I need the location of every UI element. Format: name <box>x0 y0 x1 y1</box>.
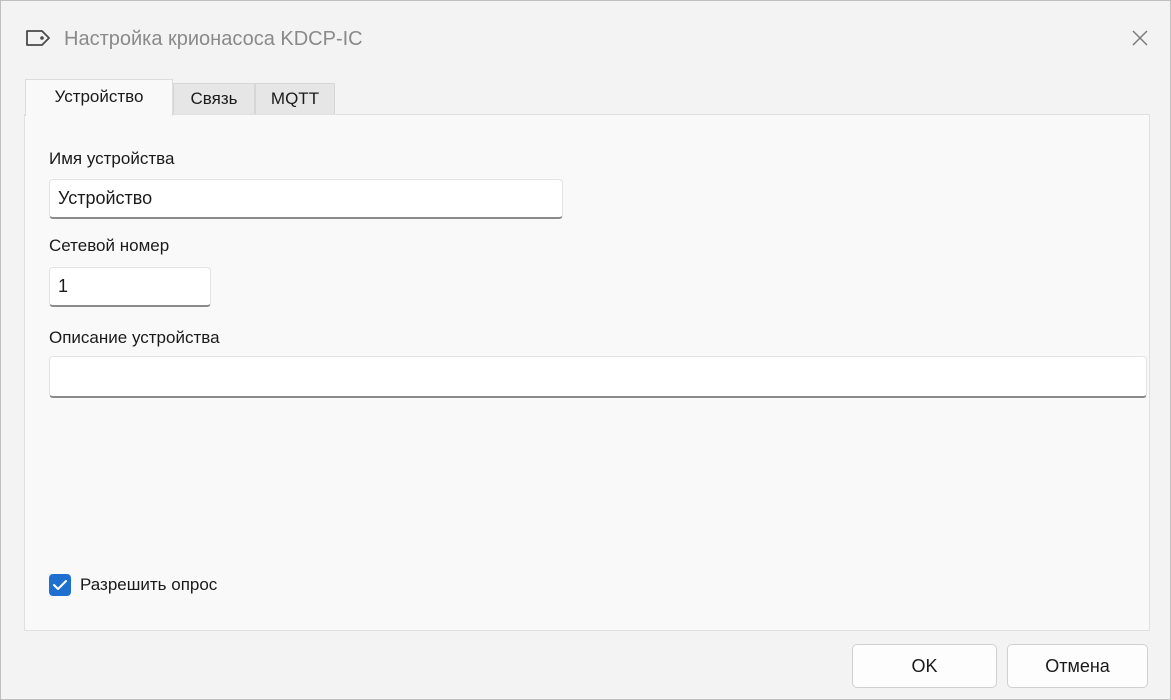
ok-button[interactable]: OK <box>852 644 997 688</box>
checkmark-icon <box>53 580 67 590</box>
close-icon <box>1132 30 1148 46</box>
close-button[interactable] <box>1128 26 1152 50</box>
tab-panel-device: Имя устройства Сетевой номер Описание ус… <box>24 114 1150 631</box>
description-input[interactable] <box>49 356 1147 398</box>
enable-polling-label[interactable]: Разрешить опрос <box>80 575 217 595</box>
window-title: Настройка крионасоса KDCP-IC <box>64 28 363 50</box>
tag-icon <box>25 28 51 48</box>
device-name-label: Имя устройства <box>49 149 175 168</box>
title-bar: Настройка крионасоса KDCP-IC <box>1 1 1170 67</box>
cancel-button[interactable]: Отмена <box>1007 644 1148 688</box>
tab-connection[interactable]: Связь <box>173 83 255 115</box>
dialog-window: Настройка крионасоса KDCP-IC Устройство … <box>0 0 1171 700</box>
network-number-input[interactable] <box>49 267 211 307</box>
network-number-label: Сетевой номер <box>49 236 170 255</box>
device-name-input[interactable] <box>49 179 563 219</box>
tab-mqtt[interactable]: MQTT <box>255 83 335 115</box>
tab-device[interactable]: Устройство <box>25 79 173 116</box>
enable-polling-checkbox[interactable] <box>49 574 71 596</box>
description-label: Описание устройства <box>49 328 220 347</box>
